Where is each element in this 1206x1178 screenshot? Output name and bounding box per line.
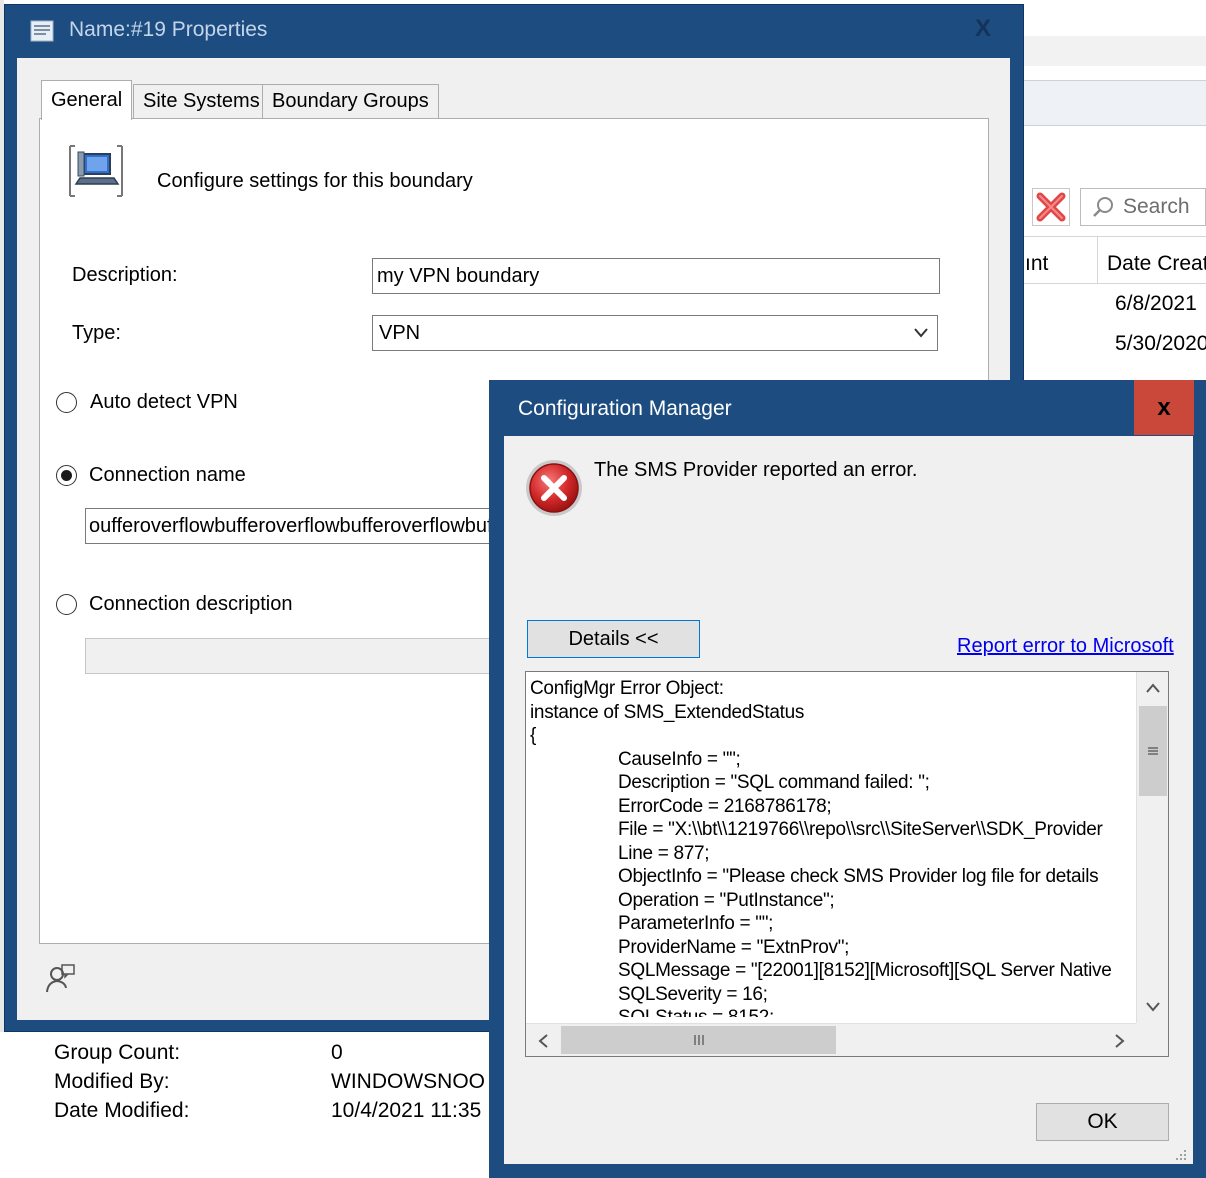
details-button[interactable]: Details << <box>527 620 700 658</box>
detail-value-date-modified: 10/4/2021 11:35 <box>331 1099 482 1122</box>
report-error-link[interactable]: Report error to Microsoft <box>957 635 1174 658</box>
type-label: Type: <box>72 322 121 344</box>
console-header-strip <box>1000 36 1206 66</box>
connection-name-radio[interactable] <box>56 465 77 486</box>
vertical-scroll-thumb[interactable] <box>1139 706 1167 796</box>
vertical-scrollbar[interactable] <box>1136 672 1168 1023</box>
console-ribbon-strip <box>1000 80 1206 126</box>
error-close-button[interactable]: x <box>1134 380 1194 435</box>
scroll-left-icon[interactable] <box>526 1024 559 1056</box>
detail-line: ConfigMgr Error Object: <box>530 678 724 699</box>
chevron-down-icon <box>914 328 928 338</box>
detail-line: ParameterInfo = ""; <box>618 913 774 934</box>
column-header-count[interactable]: ınt <box>1025 252 1048 276</box>
detail-line: SQLSeverity = 16; <box>618 983 768 1005</box>
table-cell-date[interactable]: 6/8/2021 <box>1115 292 1197 316</box>
description-label: Description: <box>72 264 178 286</box>
resize-grip-icon[interactable] <box>1172 1146 1188 1162</box>
detail-line: SQLStatus = 8152; <box>530 1006 1136 1017</box>
column-header-date-created[interactable]: Date Creat <box>1107 252 1206 276</box>
boundary-heading: Configure settings for this boundary <box>157 170 473 192</box>
connection-name-field[interactable]: oufferoverflowbufferoverflowbufferoverfl… <box>85 508 505 544</box>
detail-line: Line = 877; <box>618 842 710 864</box>
ok-button[interactable]: OK <box>1036 1103 1169 1141</box>
type-select[interactable]: VPN <box>372 315 938 351</box>
horizontal-scrollbar[interactable] <box>526 1023 1136 1056</box>
error-details-text: ConfigMgr Error Object: instance of SMS_… <box>530 677 1136 1017</box>
description-field[interactable]: my VPN boundary <box>372 258 940 294</box>
detail-line: CauseInfo = ""; <box>618 748 741 770</box>
detail-line: ObjectInfo = "Please check SMS Provider … <box>618 866 1099 887</box>
properties-icon <box>30 20 54 42</box>
column-divider[interactable] <box>1097 236 1098 284</box>
tab-boundary-groups[interactable]: Boundary Groups <box>262 84 439 118</box>
connection-name-label[interactable]: Connection name <box>89 464 246 487</box>
detail-value-group-count: 0 <box>331 1041 343 1064</box>
detail-line: instance of SMS_ExtendedStatus <box>530 701 805 723</box>
detail-line: Description = "SQL command failed: "; <box>618 772 930 793</box>
tab-site-systems[interactable]: Site Systems <box>133 84 270 118</box>
detail-line: File = "X:\\bt\\1219766\\repo\\src\\Site… <box>618 819 1103 840</box>
error-dialog-title: Configuration Manager <box>518 397 732 420</box>
error-message: The SMS Provider reported an error. <box>594 459 918 481</box>
detail-line: ErrorCode = 2168786178; <box>618 795 832 817</box>
error-x-icon <box>524 458 584 518</box>
connection-description-radio[interactable] <box>56 594 77 615</box>
detail-line: Operation = "PutInstance"; <box>618 889 835 911</box>
search-input[interactable]: Search <box>1080 188 1206 226</box>
table-cell-date[interactable]: 5/30/2020 <box>1115 332 1206 356</box>
detail-line: SQLMessage = "[22001][8152][Microsoft][S… <box>618 960 1112 981</box>
auto-detect-vpn-radio[interactable] <box>56 392 77 413</box>
search-placeholder: Search <box>1123 195 1190 218</box>
detail-value-modified-by: WINDOWSNOO <box>331 1070 485 1093</box>
search-icon <box>1093 197 1113 217</box>
connection-description-field[interactable] <box>85 638 505 674</box>
scroll-right-icon[interactable] <box>1103 1024 1136 1056</box>
detail-label-date-modified: Date Modified: <box>54 1099 190 1122</box>
radio-selected-dot <box>61 470 72 481</box>
scroll-down-icon[interactable] <box>1137 991 1168 1023</box>
horizontal-scroll-thumb[interactable] <box>561 1026 836 1054</box>
detail-label-modified-by: Modified By: <box>54 1070 170 1093</box>
connection-description-label[interactable]: Connection description <box>89 593 292 616</box>
detail-line: ProviderName = "ExtnProv"; <box>618 936 850 958</box>
properties-title: Name:#19 Properties <box>69 18 268 41</box>
scrollbar-corner <box>1136 1023 1168 1056</box>
scroll-up-icon[interactable] <box>1137 672 1168 704</box>
type-selected-value: VPN <box>379 322 421 344</box>
detail-label-group-count: Group Count: <box>54 1041 181 1064</box>
delete-icon[interactable] <box>1032 188 1070 226</box>
detail-line: { <box>530 725 537 746</box>
error-details-textbox[interactable]: ConfigMgr Error Object: instance of SMS_… <box>525 671 1169 1057</box>
auto-detect-vpn-label[interactable]: Auto detect VPN <box>90 391 238 414</box>
properties-close-button[interactable]: X <box>968 14 998 44</box>
user-icon[interactable] <box>44 962 76 994</box>
monitor-icon <box>66 140 126 200</box>
tab-general[interactable]: General <box>41 80 133 120</box>
